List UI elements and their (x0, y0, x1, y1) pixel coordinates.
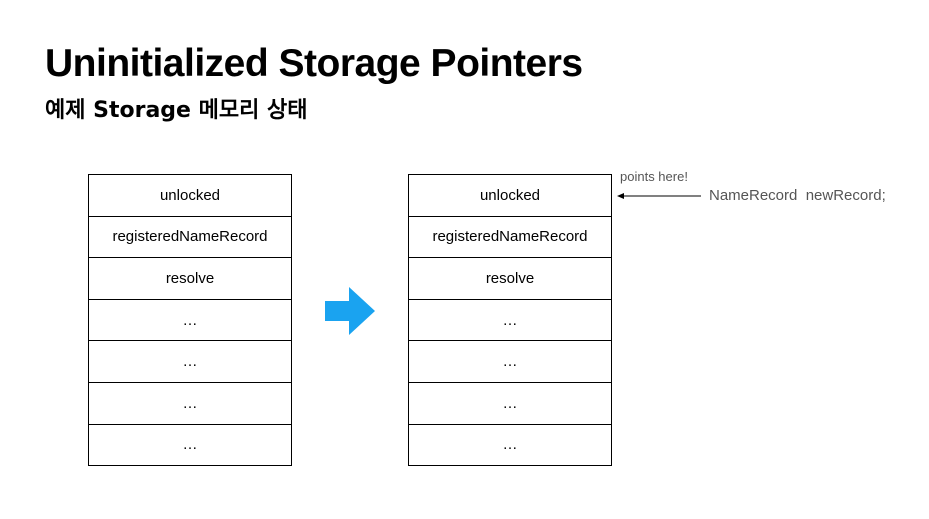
storage-table-after: unlocked registeredNameRecord resolve … … (408, 174, 612, 467)
pointer-arrow-icon (617, 193, 701, 199)
storage-slot-registered-name-record: registeredNameRecord (89, 217, 291, 259)
storage-slot-ellipsis: … (89, 383, 291, 425)
storage-slot-ellipsis: … (409, 341, 611, 383)
right-arrow-shape (325, 287, 375, 335)
storage-slot-resolve: resolve (89, 258, 291, 300)
storage-slot-ellipsis: … (409, 300, 611, 342)
storage-slot-unlocked: unlocked (89, 175, 291, 217)
points-here-note: points here! (620, 169, 688, 184)
storage-slot-ellipsis: … (182, 436, 198, 454)
storage-slot-ellipsis: … (409, 383, 611, 425)
storage-slot-registered-name-record: registeredNameRecord (409, 217, 611, 259)
new-record-declaration: NameRecord newRecord; (709, 187, 886, 204)
storage-slot-resolve: resolve (409, 258, 611, 300)
storage-slot-ellipsis: … (89, 341, 291, 383)
page-subtitle: 예제 Storage 메모리 상태 (45, 98, 308, 123)
page-title: Uninitialized Storage Pointers (45, 42, 583, 85)
storage-slot-unlocked: unlocked (409, 175, 611, 217)
right-arrow-icon (325, 287, 375, 335)
storage-slot-ellipsis: … (89, 300, 291, 342)
pointer-arrow-head (617, 193, 624, 199)
storage-table-before: unlocked registeredNameRecord resolve … … (88, 174, 292, 467)
storage-slot-ellipsis: … (502, 436, 518, 454)
